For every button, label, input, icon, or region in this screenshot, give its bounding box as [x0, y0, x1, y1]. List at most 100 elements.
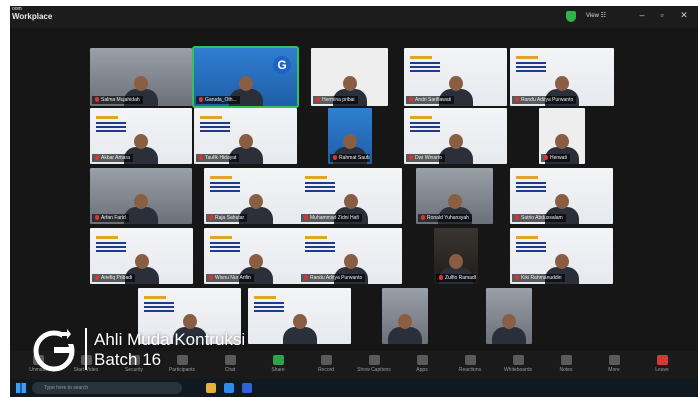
participant-tile[interactable]: Zulfio Ramadhan [434, 228, 478, 284]
participant-tile[interactable]: Ronald Yuhansyah [416, 168, 493, 224]
mic-muted-icon [95, 155, 99, 160]
mic-muted-icon [304, 275, 308, 280]
participant-tile[interactable]: Garuda_Oth... G [192, 46, 299, 108]
participant-tile[interactable] [486, 288, 532, 344]
app-title: oom Workplace [12, 7, 52, 21]
participant-tile[interactable]: Wisnu Nur Arifin [204, 228, 307, 284]
toolbar-button-leave[interactable]: Leave [642, 355, 682, 373]
participant-tile[interactable]: Muhammad Zidni Hafi [299, 168, 402, 224]
close-icon[interactable]: ✕ [678, 10, 690, 21]
participant-tile[interactable]: Akbar Amara [90, 108, 192, 164]
participant-video [124, 194, 158, 224]
mic-muted-icon [209, 215, 213, 220]
participant-tile[interactable]: Raja Sahutar [204, 168, 307, 224]
overlay-divider [85, 328, 87, 370]
participant-video [492, 314, 526, 344]
participant-tile[interactable]: Kiki Rahmanuddin [510, 228, 613, 284]
participant-name: Muhammad Zidni Hafi [301, 214, 362, 222]
toolbar-button-more[interactable]: More [594, 355, 634, 373]
participant-tile[interactable]: Dwi Winarto [404, 108, 507, 164]
notes-icon [560, 355, 572, 365]
toolbar-button-whiteboards[interactable]: Whiteboards [498, 355, 538, 373]
mic-muted-icon [316, 97, 320, 102]
participant-name: Andri Sarifiawati [406, 96, 455, 104]
mic-muted-icon [439, 275, 443, 280]
participant-name: Randu Aditya Purwanto [512, 96, 577, 104]
mic-muted-icon [199, 155, 203, 160]
app-title-name: Workplace [12, 12, 53, 21]
mic-muted-icon [304, 215, 308, 220]
whiteboards-icon [512, 355, 524, 365]
mic-muted-icon [199, 97, 203, 102]
toolbar-button-share[interactable]: Share [258, 355, 298, 373]
mic-muted-icon [333, 155, 337, 160]
participant-tile[interactable]: Salma Mujahidah [90, 48, 192, 106]
participant-name: Zulfio Ramadhan [436, 274, 477, 282]
maximize-icon[interactable]: ▫ [656, 10, 668, 20]
participant-tile[interactable]: Andri Sarifiawati [404, 48, 507, 106]
participant-name: Raja Sahutar [206, 214, 248, 222]
share-icon [272, 355, 284, 365]
brand-badge-icon: G [273, 56, 291, 74]
participant-video [388, 314, 422, 344]
security-shield-icon[interactable] [566, 11, 576, 22]
leave-icon [656, 355, 668, 365]
participant-name: Hermina pribai [313, 96, 358, 104]
show-captions-icon [368, 355, 380, 365]
toolbar-button-show-captions[interactable]: Show Captions [354, 355, 394, 373]
apps-icon [416, 355, 428, 365]
start-menu-icon[interactable] [16, 383, 26, 393]
title-bar: oom Workplace View ☷ – ▫ ✕ [10, 6, 698, 28]
view-button[interactable]: View ☷ [586, 12, 606, 19]
participant-name: Dwi Winarto [406, 154, 445, 162]
participant-tile[interactable] [248, 288, 351, 344]
participant-name: Satrio Abdussalam [512, 214, 566, 222]
toolbar-button-record[interactable]: Record [306, 355, 346, 373]
toolbar-button-notes[interactable]: Notes [546, 355, 586, 373]
overlay-title: Ahli Muda Kontruksi [94, 330, 246, 349]
participant-name: Ariefiq Pribadi [92, 274, 136, 282]
participant-tile[interactable]: Taufik Hidayat [194, 108, 297, 164]
browser-icon[interactable] [224, 383, 234, 393]
overlay-subtitle: Batch 16 [94, 350, 162, 369]
participant-name: Wisnu Nur Arifin [206, 274, 254, 282]
more-icon [608, 355, 620, 365]
participant-tile[interactable] [382, 288, 428, 344]
zoom-app-icon[interactable] [242, 383, 252, 393]
participant-name: Ronald Yuhansyah [418, 214, 472, 222]
participant-name: Akbar Amara [92, 154, 133, 162]
mic-muted-icon [544, 155, 548, 160]
mic-muted-icon [95, 215, 99, 220]
mic-muted-icon [409, 97, 413, 102]
toolbar-button-reactions[interactable]: Reactions [450, 355, 490, 373]
participant-tile[interactable]: Ariefiq Pribadi [90, 228, 193, 284]
participant-tile[interactable]: Satrio Abdussalam [510, 168, 613, 224]
participant-name: Rahmat Saufani [330, 154, 371, 162]
mic-muted-icon [95, 97, 99, 102]
gallery-grid: Salma Mujahidah Garuda_Oth... G Hermina p… [10, 28, 698, 363]
participant-tile[interactable]: Randu Aditya Purwanto [510, 48, 614, 106]
reactions-icon [464, 355, 476, 365]
participant-name: Herwati [541, 154, 570, 162]
brand-logo-icon [33, 329, 76, 372]
participant-name: Kiki Rahmanuddin [512, 274, 565, 282]
participant-tile[interactable]: Randu Aditya Purwanto [299, 228, 402, 284]
participant-name: Garuda_Oth... [196, 96, 240, 104]
participant-name: Salma Mujahidah [92, 96, 143, 104]
participant-tile[interactable]: Herwati [539, 108, 585, 164]
record-icon [320, 355, 332, 365]
toolbar-button-apps[interactable]: Apps [402, 355, 442, 373]
participant-video [282, 314, 317, 344]
participant-tile[interactable]: Hermina pribai [311, 48, 388, 106]
mic-muted-icon [515, 97, 519, 102]
mic-muted-icon [515, 275, 519, 280]
taskbar-search-input[interactable]: Type here to search [32, 382, 182, 394]
file-explorer-icon[interactable] [206, 383, 216, 393]
mic-muted-icon [209, 275, 213, 280]
minimize-icon[interactable]: – [636, 10, 648, 20]
participant-tile[interactable]: Arfan Farid [90, 168, 192, 224]
mic-muted-icon [515, 215, 519, 220]
participant-name: Arfan Farid [92, 214, 129, 222]
participant-tile[interactable]: Rahmat Saufani [328, 108, 372, 164]
participant-name: Taufik Hidayat [196, 154, 240, 162]
